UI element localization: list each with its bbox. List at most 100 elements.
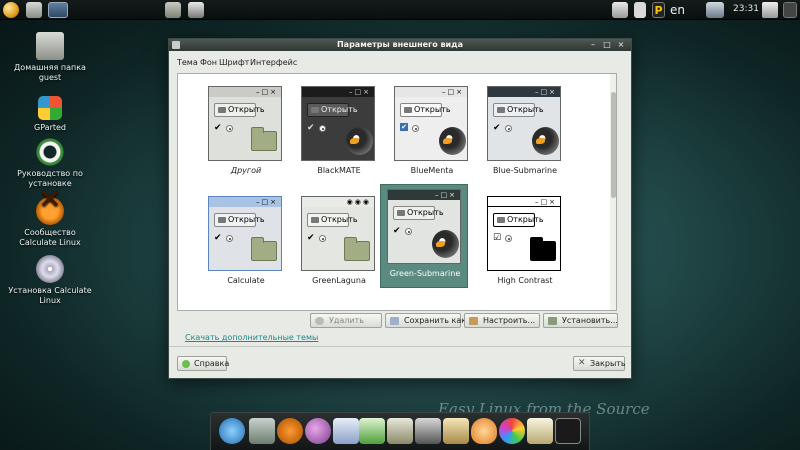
screenshot-icon[interactable] bbox=[188, 2, 204, 18]
theme-name: High Contrast bbox=[497, 276, 553, 285]
p-indicator-icon[interactable]: P bbox=[652, 2, 665, 18]
tab-interface[interactable]: Интерфейс bbox=[250, 58, 297, 67]
more-themes-link[interactable]: Скачать дополнительные темы bbox=[185, 333, 318, 342]
tab-background[interactable]: Фон bbox=[200, 58, 217, 67]
app-icon[interactable] bbox=[48, 2, 68, 18]
theme-tile-calculate[interactable]: –□× Открыть ✔ Calculate bbox=[202, 192, 290, 296]
theme-name: BlueMenta bbox=[410, 166, 454, 175]
desktop-item-label: GParted bbox=[34, 123, 66, 132]
delete-icon bbox=[315, 317, 324, 325]
checkmark-icon: ☑ bbox=[493, 233, 502, 243]
theme-preview: –□× Открыть ✔ bbox=[394, 86, 468, 161]
close-button[interactable]: ✕ Закрыть bbox=[573, 356, 626, 371]
radio-icon bbox=[405, 228, 412, 235]
preview-open-button: Открыть bbox=[307, 213, 358, 227]
close-window-button[interactable]: × bbox=[616, 40, 626, 50]
configure-icon bbox=[469, 317, 478, 325]
network-icon[interactable] bbox=[706, 2, 724, 18]
theme-tile-greenlaguna[interactable]: ◉◉◉ Открыть ✔ GreenLaguna bbox=[295, 192, 383, 296]
theme-preview: ◉◉◉ Открыть ✔ bbox=[301, 196, 375, 271]
folder-icon[interactable] bbox=[165, 2, 181, 18]
theme-preview: –□× Открыть ✔ bbox=[301, 86, 375, 161]
window-title: Параметры внешнего вида bbox=[336, 40, 464, 49]
graphics-icon[interactable] bbox=[443, 418, 469, 444]
language-indicator[interactable]: en bbox=[670, 3, 685, 17]
desktop-item-label: Домашняя папка guest bbox=[14, 63, 86, 82]
desktop-item-label: Сообщество Calculate Linux bbox=[19, 228, 81, 247]
radio-icon bbox=[505, 125, 512, 132]
maximize-button[interactable]: □ bbox=[602, 40, 612, 50]
browser-icon[interactable] bbox=[219, 418, 245, 444]
checkmark-icon: ✔ bbox=[214, 123, 222, 133]
text-editor-icon[interactable] bbox=[527, 418, 553, 444]
show-desktop-button[interactable] bbox=[783, 2, 797, 18]
penguin-icon bbox=[432, 230, 459, 258]
folder-icon bbox=[344, 237, 370, 261]
delete-button[interactable]: Удалить bbox=[310, 313, 382, 328]
theme-tile-blackmate[interactable]: –□× Открыть ✔ BlackMATE bbox=[295, 82, 383, 186]
checkmark-icon: ✔ bbox=[493, 123, 501, 133]
preferences-icon[interactable] bbox=[499, 418, 525, 444]
theme-preview: –□× Открыть ✔ bbox=[387, 189, 461, 264]
calculate-community-icon bbox=[36, 193, 64, 225]
folder-icon bbox=[251, 127, 277, 151]
theme-grid: –□× Открыть ✔ Другой –□× Открыть ✔ Black… bbox=[177, 73, 617, 311]
theme-tile-high-contrast[interactable]: –□× Открыть ☑ High Contrast bbox=[481, 192, 569, 296]
calc-spreadsheet-icon[interactable] bbox=[359, 418, 385, 444]
clipboard-icon[interactable] bbox=[634, 2, 646, 18]
trash-icon[interactable] bbox=[612, 2, 628, 18]
writer-icon[interactable] bbox=[333, 418, 359, 444]
checkmark-icon: ✔ bbox=[214, 233, 222, 243]
pidgin-icon[interactable] bbox=[305, 418, 331, 444]
save-icon bbox=[390, 317, 399, 325]
radio-icon bbox=[226, 125, 233, 132]
theme-preview: –□× Открыть ✔ bbox=[208, 86, 282, 161]
audio-player-icon[interactable] bbox=[471, 418, 497, 444]
preview-open-button: Открыть bbox=[214, 213, 265, 227]
preview-open-button: Открыть bbox=[493, 103, 544, 117]
help-icon bbox=[182, 360, 190, 368]
theme-name: BlackMATE bbox=[317, 166, 361, 175]
scrollbar-thumb[interactable] bbox=[611, 92, 616, 198]
help-button[interactable]: Справка bbox=[177, 356, 229, 371]
save-as-button[interactable]: Сохранить как... bbox=[385, 313, 474, 328]
minimize-button[interactable]: – bbox=[588, 40, 598, 50]
power-icon[interactable] bbox=[762, 2, 778, 18]
theme-tile-green-submarine[interactable]: –□× Открыть ✔ Green-Submarine bbox=[380, 184, 468, 288]
gparted-icon bbox=[38, 96, 62, 120]
lifebuoy-icon bbox=[36, 138, 64, 166]
configure-button[interactable]: Настроить... bbox=[464, 313, 540, 328]
preview-open-button: Открыть bbox=[393, 206, 444, 220]
penguin-icon bbox=[346, 127, 373, 155]
theme-scrollbar[interactable] bbox=[610, 74, 616, 310]
preview-open-button: Открыть bbox=[400, 103, 451, 117]
calculate-icon[interactable] bbox=[277, 418, 303, 444]
preview-open-button: Открыть bbox=[493, 213, 544, 227]
desktop-item-gparted[interactable]: GParted bbox=[5, 96, 95, 133]
calculator-icon[interactable] bbox=[387, 418, 413, 444]
appearance-window: Параметры внешнего вида – □ × Тема Фон Ш… bbox=[168, 38, 632, 379]
menu-icon[interactable] bbox=[3, 2, 19, 18]
image-viewer-icon[interactable] bbox=[249, 418, 275, 444]
theme-tile-bluementa[interactable]: –□× Открыть ✔ BlueMenta bbox=[388, 82, 476, 186]
tab-font[interactable]: Шрифт bbox=[219, 58, 249, 67]
tab-theme[interactable]: Тема bbox=[177, 58, 198, 67]
close-icon: ✕ bbox=[578, 358, 586, 368]
theme-tile-other[interactable]: –□× Открыть ✔ Другой bbox=[202, 82, 290, 186]
clock[interactable]: 23:31 bbox=[733, 4, 759, 14]
desktop-item-install[interactable]: Установка Calculate Linux bbox=[5, 255, 95, 306]
theme-name: Green-Submarine bbox=[389, 269, 461, 278]
gimp-icon[interactable] bbox=[415, 418, 441, 444]
terminal-icon[interactable] bbox=[555, 418, 581, 444]
top-panel: P en 23:31 bbox=[0, 0, 800, 20]
home-folder-icon[interactable] bbox=[26, 2, 42, 18]
window-titlebar[interactable]: Параметры внешнего вида – □ × bbox=[169, 39, 631, 51]
desktop-item-home[interactable]: Домашняя папка guest bbox=[5, 32, 95, 83]
install-button[interactable]: Установить... bbox=[543, 313, 618, 328]
desktop-item-community[interactable]: Сообщество Calculate Linux bbox=[5, 193, 95, 248]
theme-tile-blue-submarine[interactable]: –□× Открыть ✔ Blue-Submarine bbox=[481, 82, 569, 186]
preview-open-button: Открыть bbox=[307, 103, 358, 117]
checkmark-icon: ✔ bbox=[307, 233, 315, 243]
penguin-icon bbox=[532, 127, 559, 155]
install-disc-icon bbox=[36, 255, 64, 283]
